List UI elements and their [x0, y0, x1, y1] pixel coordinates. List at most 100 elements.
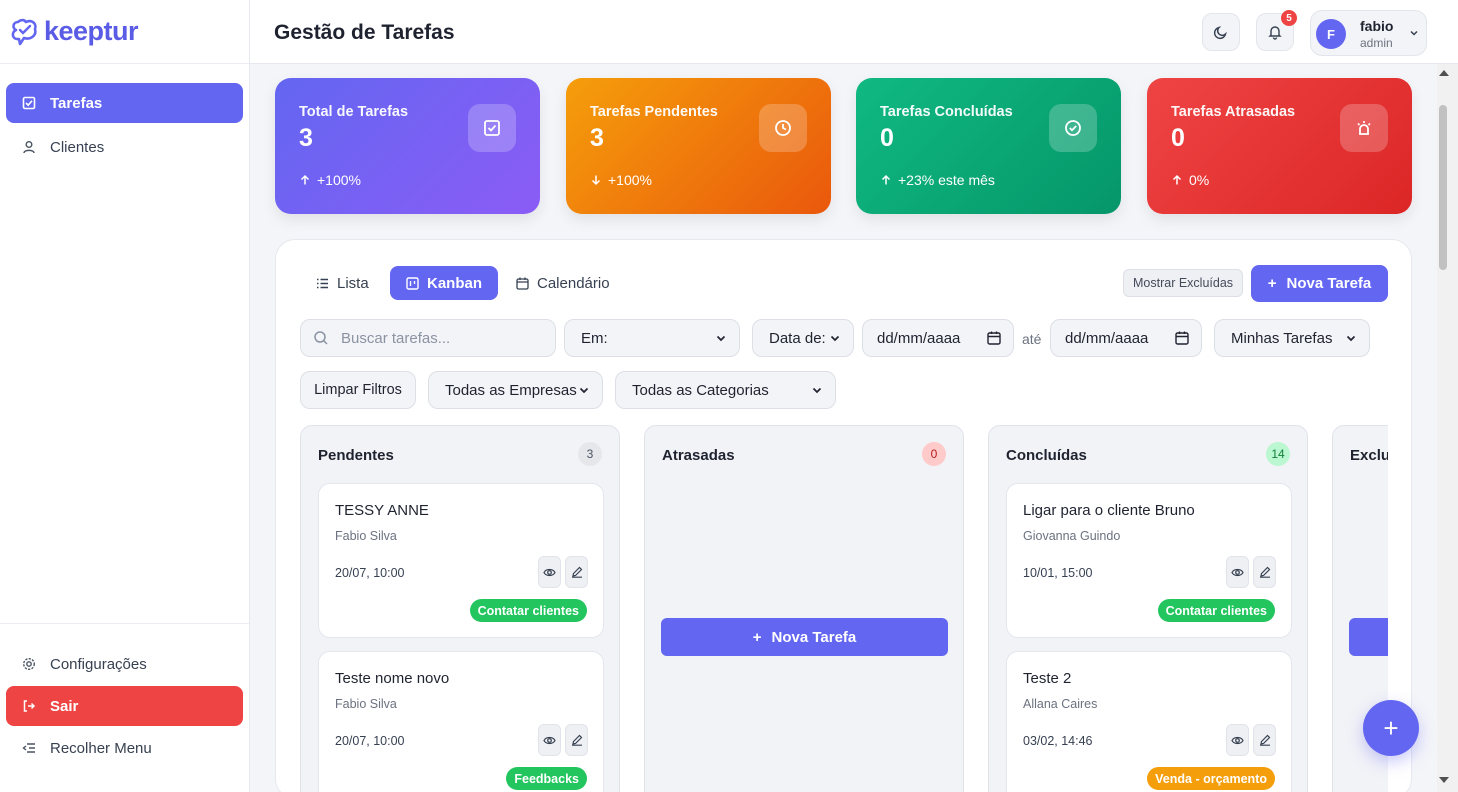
- column-new-task-button[interactable]: + Nova Tarefa: [661, 618, 948, 656]
- user-icon: [22, 140, 36, 154]
- task-date: 20/07, 10:00: [335, 566, 405, 580]
- column-count: 0: [922, 442, 946, 466]
- sidebar-item-label: Clientes: [50, 138, 105, 156]
- stat-title: Tarefas Atrasadas: [1171, 104, 1296, 120]
- kanban-column-atrasadas: Atrasadas 0 + Nova Tarefa: [644, 425, 964, 792]
- task-tag: Contatar clientes: [469, 599, 587, 622]
- task-assignee: Giovanna Guindo: [1023, 529, 1121, 543]
- sidebar-item-configuracoes[interactable]: Configurações: [6, 644, 243, 684]
- stat-delta-text: +100%: [317, 172, 361, 188]
- sidebar-item-sair[interactable]: Sair: [6, 686, 243, 726]
- task-card[interactable]: TESSY ANNE Fabio Silva 20/07, 10:00 Cont…: [318, 483, 604, 638]
- sidebar-item-recolher[interactable]: Recolher Menu: [6, 728, 243, 768]
- stat-value: 0: [880, 124, 894, 152]
- task-date: 10/01, 15:00: [1023, 566, 1093, 580]
- stat-delta: +100%: [299, 172, 361, 188]
- task-card[interactable]: Teste 2 Allana Caires 03/02, 14:46 Venda…: [1006, 651, 1292, 792]
- checkbox-icon: [22, 96, 36, 110]
- stat-title: Tarefas Concluídas: [880, 104, 1013, 120]
- tasks-panel: Lista Kanban Calendário Mostrar Excluída…: [275, 239, 1412, 792]
- stat-value: 3: [299, 124, 313, 152]
- scroll-up-icon[interactable]: [1439, 70, 1449, 76]
- floating-add-button[interactable]: +: [1363, 700, 1419, 756]
- stat-card-pendentes: Tarefas Pendentes 3 +100%: [566, 78, 831, 214]
- column-title: Concluídas: [1006, 447, 1087, 464]
- eye-icon: [543, 568, 556, 576]
- sidebar-bottom: Configurações Sair Recolher Menu: [0, 623, 249, 792]
- task-date: 03/02, 14:46: [1023, 734, 1093, 748]
- plus-icon: +: [752, 628, 762, 646]
- eye-icon: [1231, 568, 1244, 576]
- task-title: Teste 2: [1023, 670, 1072, 687]
- eye-icon: [543, 736, 556, 744]
- user-menu[interactable]: F fabio admin: [1310, 10, 1427, 56]
- column-new-task-button[interactable]: [1349, 618, 1388, 656]
- stat-card-concluidas: Tarefas Concluídas 0 +23% este mês: [856, 78, 1121, 214]
- column-new-task-label: Nova Tarefa: [771, 628, 857, 646]
- stat-delta: 0%: [1171, 172, 1209, 188]
- task-tag: Contatar clientes: [1157, 599, 1275, 622]
- task-assignee: Fabio Silva: [335, 529, 397, 543]
- user-role: admin: [1360, 36, 1393, 50]
- edit-task-button[interactable]: [1253, 556, 1276, 588]
- sidebar-item-clientes[interactable]: Clientes: [6, 127, 243, 167]
- notifications-button[interactable]: 5: [1256, 10, 1297, 51]
- sidebar-item-label: Tarefas: [50, 94, 103, 112]
- kanban-column-pendentes: Pendentes 3 TESSY ANNE Fabio Silva 20/07…: [300, 425, 620, 792]
- clock-icon: [759, 104, 807, 152]
- scroll-down-icon[interactable]: [1439, 777, 1449, 783]
- pencil-icon: [1259, 734, 1270, 746]
- column-count: 3: [578, 442, 602, 466]
- task-tag: Venda - orçamento: [1147, 767, 1275, 790]
- task-icon: [468, 104, 516, 152]
- task-assignee: Fabio Silva: [335, 697, 397, 711]
- eye-icon: [1231, 736, 1244, 744]
- view-task-button[interactable]: [538, 724, 561, 756]
- stat-delta: +100%: [590, 172, 652, 188]
- stat-delta-text: +100%: [608, 172, 652, 188]
- page-title: Gestão de Tarefas: [274, 21, 455, 44]
- stat-delta-text: 0%: [1189, 172, 1210, 188]
- logout-icon: [22, 699, 36, 713]
- scrollbar-thumb[interactable]: [1439, 105, 1447, 270]
- alarm-icon: [1340, 104, 1388, 152]
- task-date: 20/07, 10:00: [335, 734, 405, 748]
- check-circle-icon: [1049, 104, 1097, 152]
- view-task-button[interactable]: [1226, 724, 1249, 756]
- arrow-down-icon: [591, 175, 601, 186]
- moon-icon: [1213, 26, 1227, 40]
- task-card[interactable]: Ligar para o cliente Bruno Giovanna Guin…: [1006, 483, 1292, 638]
- sidebar-item-label: Configurações: [50, 655, 147, 673]
- chevron-down-icon: [1410, 30, 1418, 36]
- pencil-icon: [571, 734, 582, 746]
- edit-task-button[interactable]: [565, 724, 588, 756]
- pencil-icon: [1259, 566, 1270, 578]
- sidebar: keeptur Tarefas Clientes Configurações S…: [0, 0, 250, 792]
- logo[interactable]: keeptur: [0, 0, 249, 64]
- task-title: Ligar para o cliente Bruno: [1023, 502, 1195, 519]
- sidebar-item-label: Sair: [50, 697, 79, 715]
- sidebar-item-tarefas[interactable]: Tarefas: [6, 83, 243, 123]
- stat-card-total: Total de Tarefas 3 +100%: [275, 78, 540, 214]
- edit-task-button[interactable]: [1253, 724, 1276, 756]
- logo-icon: [11, 18, 37, 45]
- notification-badge: 5: [1281, 10, 1297, 26]
- view-task-button[interactable]: [1226, 556, 1249, 588]
- column-title: Atrasadas: [662, 447, 735, 464]
- stat-card-atrasadas: Tarefas Atrasadas 0 0%: [1147, 78, 1412, 214]
- task-title: Teste nome novo: [335, 670, 450, 687]
- sidebar-item-label: Recolher Menu: [50, 739, 152, 757]
- edit-task-button[interactable]: [565, 556, 588, 588]
- stat-value: 3: [590, 124, 604, 152]
- theme-toggle-button[interactable]: [1202, 13, 1240, 51]
- arrow-up-icon: [881, 174, 891, 185]
- top-header: Gestão de Tarefas 5 F fabio admin: [250, 0, 1458, 64]
- column-title: Pendentes: [318, 447, 394, 464]
- task-title: TESSY ANNE: [335, 502, 429, 519]
- task-card[interactable]: Teste nome novo Fabio Silva 20/07, 10:00…: [318, 651, 604, 792]
- task-tag: Feedbacks: [506, 767, 587, 790]
- view-task-button[interactable]: [538, 556, 561, 588]
- gear-icon: [22, 657, 36, 671]
- main-nav: Tarefas Clientes: [0, 64, 249, 167]
- task-assignee: Allana Caires: [1023, 697, 1098, 711]
